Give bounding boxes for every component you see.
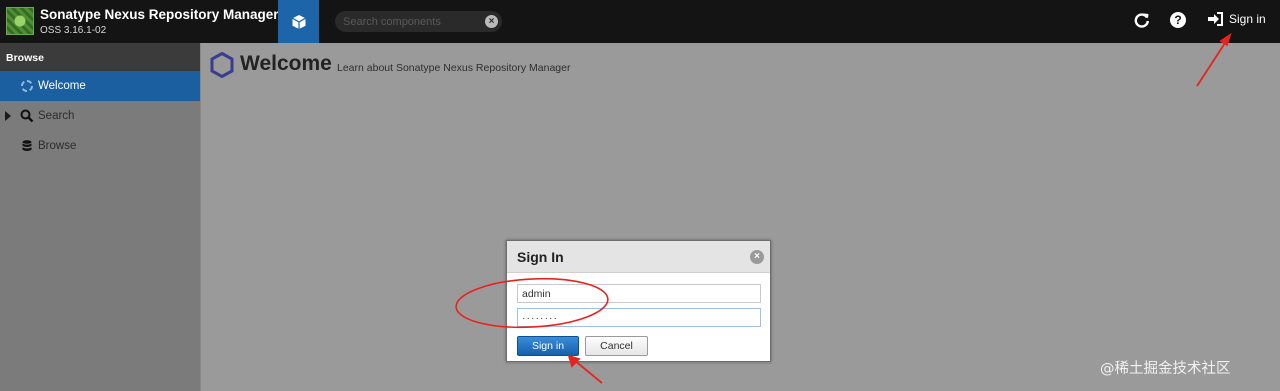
app-title: Sonatype Nexus Repository Manager bbox=[40, 7, 279, 22]
sidebar-item-search[interactable]: Search bbox=[0, 101, 200, 131]
dialog-header: Sign In × bbox=[507, 241, 770, 273]
sign-in-link[interactable]: Sign in bbox=[1207, 12, 1266, 26]
magnifier-icon bbox=[20, 109, 34, 123]
help-icon[interactable]: ? bbox=[1170, 12, 1186, 28]
sidebar-item-browse[interactable]: Browse bbox=[0, 131, 200, 161]
password-field[interactable] bbox=[517, 308, 761, 327]
sidebar: Browse Welcome Search Browse bbox=[0, 43, 200, 391]
refresh-icon[interactable] bbox=[1133, 11, 1151, 29]
nexus-hexagon-icon bbox=[210, 52, 234, 78]
expand-caret-icon[interactable] bbox=[5, 111, 11, 121]
sidebar-item-label: Welcome bbox=[38, 80, 86, 92]
sidebar-item-welcome[interactable]: Welcome bbox=[0, 71, 200, 101]
search-input[interactable] bbox=[343, 14, 483, 29]
sidebar-item-label: Browse bbox=[38, 140, 77, 152]
top-bar: Sonatype Nexus Repository Manager OSS 3.… bbox=[0, 0, 1280, 43]
close-icon[interactable]: × bbox=[750, 250, 764, 264]
sign-in-label: Sign in bbox=[1229, 12, 1266, 26]
page-title: Welcome bbox=[240, 52, 332, 75]
sign-in-dialog: Sign In × Sign in Cancel bbox=[506, 240, 771, 362]
search-components: × bbox=[335, 11, 502, 32]
browse-mode-button[interactable] bbox=[278, 0, 319, 43]
cancel-button[interactable]: Cancel bbox=[585, 336, 648, 356]
cube-icon bbox=[291, 14, 306, 29]
page-subtitle: Learn about Sonatype Nexus Repository Ma… bbox=[337, 62, 571, 74]
clear-search-icon[interactable]: × bbox=[485, 15, 498, 28]
nexus-logo bbox=[6, 7, 34, 35]
username-field[interactable] bbox=[517, 284, 761, 303]
sidebar-header: Browse bbox=[0, 43, 200, 71]
database-icon bbox=[22, 140, 32, 152]
spinner-icon bbox=[21, 80, 33, 92]
sign-in-button[interactable]: Sign in bbox=[517, 336, 579, 356]
watermark: @稀土掘金技术社区 bbox=[1100, 361, 1231, 377]
dialog-title: Sign In bbox=[517, 249, 564, 265]
sign-in-icon bbox=[1208, 12, 1223, 26]
app-version: OSS 3.16.1-02 bbox=[40, 25, 107, 36]
sidebar-item-label: Search bbox=[38, 110, 75, 122]
